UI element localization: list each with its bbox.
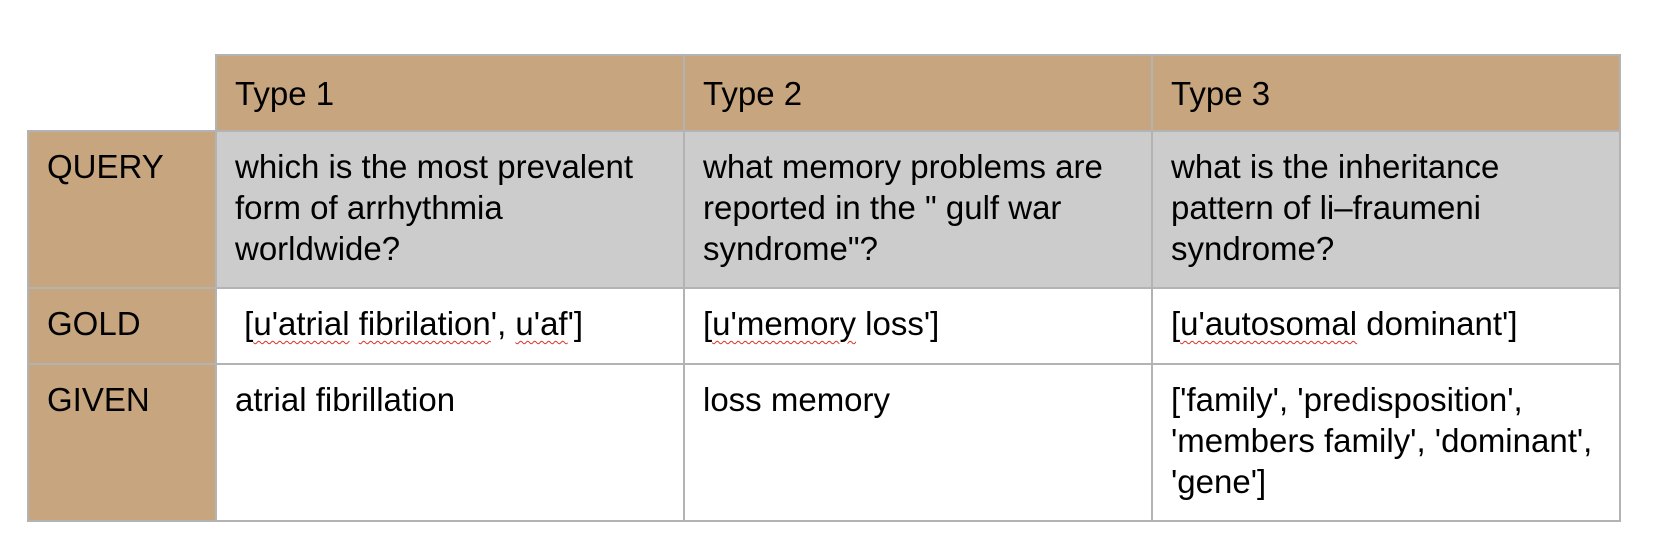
text-segment: [: [703, 305, 713, 342]
column-header-type-2: Type 2: [683, 54, 1153, 132]
given-cell-type-2[interactable]: loss memory: [683, 363, 1153, 522]
corner-cell: [28, 55, 217, 132]
column-header-type-1: Type 1: [215, 54, 685, 132]
query-cell-type-1[interactable]: which is the most prevalent form of arrh…: [215, 130, 685, 289]
spellcheck-flagged-word: u'af: [515, 305, 568, 342]
text-segment: dominant']: [1357, 305, 1518, 342]
gold-cell-type-2[interactable]: [u'memory loss']: [683, 287, 1153, 365]
row-label-gold: GOLD: [27, 287, 217, 365]
gold-cell-type-1[interactable]: [u'atrial fibrilation', u'af']: [215, 287, 685, 365]
text-segment: [: [235, 305, 254, 342]
header-row: Type 1 Type 2 Type 3: [28, 54, 1621, 132]
table-row-gold: GOLD [u'atrial fibrilation', u'af'] [u'm…: [27, 287, 1621, 365]
text-segment: [350, 305, 359, 342]
table-row-given: GIVEN atrial fibrillation loss memory ['…: [27, 363, 1621, 522]
query-cell-type-2[interactable]: what memory problems are reported in the…: [683, 130, 1153, 289]
spellcheck-flagged-word: u'autosomal: [1180, 305, 1358, 342]
gold-cell-type-3[interactable]: [u'autosomal dominant']: [1151, 287, 1621, 365]
text-segment: ']: [567, 305, 584, 342]
spellcheck-flagged-word: u'memory: [712, 305, 856, 342]
text-segment: ',: [490, 305, 516, 342]
spellcheck-flagged-word: u'atrial: [253, 305, 350, 342]
given-cell-type-3[interactable]: ['family', 'predisposition', 'members fa…: [1151, 363, 1621, 522]
column-header-type-3: Type 3: [1151, 54, 1621, 132]
row-label-given: GIVEN: [27, 363, 217, 522]
given-cell-type-1[interactable]: atrial fibrillation: [215, 363, 685, 522]
text-segment: loss']: [856, 305, 940, 342]
comparison-table: Type 1 Type 2 Type 3 QUERY which is the …: [27, 54, 1621, 522]
query-cell-type-3[interactable]: what is the inheritance pattern of li–fr…: [1151, 130, 1621, 289]
row-label-query: QUERY: [27, 130, 217, 289]
text-segment: [: [1171, 305, 1181, 342]
table-row-query: QUERY which is the most prevalent form o…: [27, 130, 1621, 289]
spellcheck-flagged-word: fibrilation: [358, 305, 491, 342]
